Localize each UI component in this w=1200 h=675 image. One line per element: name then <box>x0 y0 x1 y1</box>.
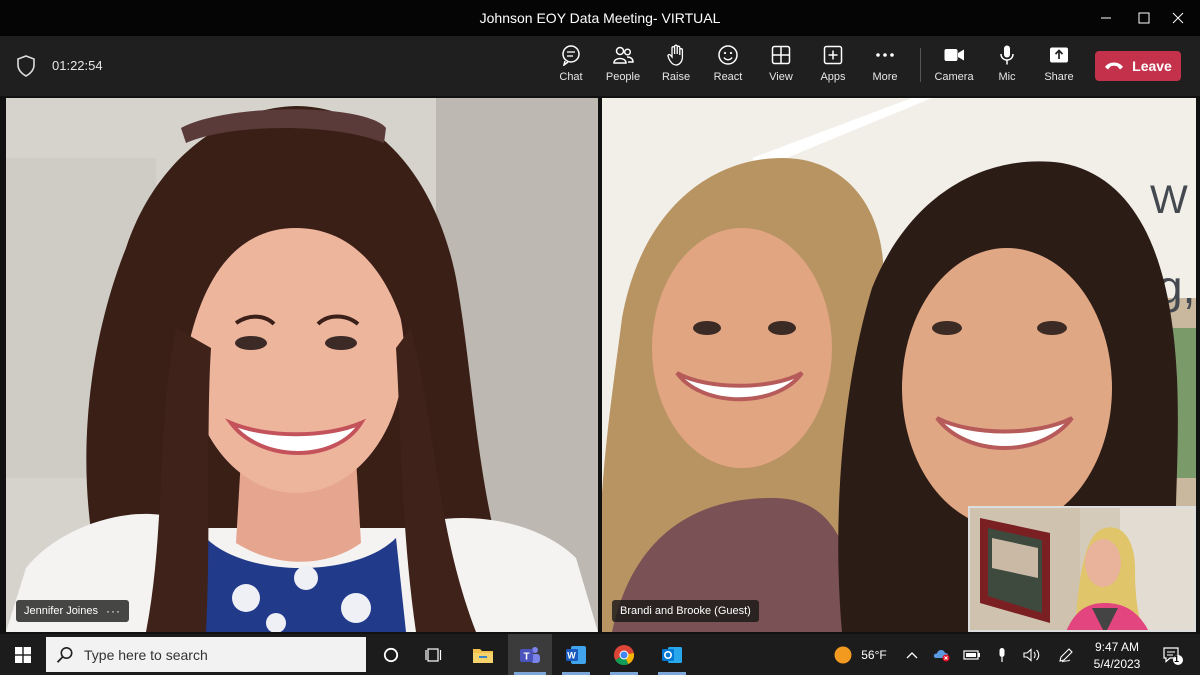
notification-icon <box>1163 646 1183 665</box>
mic-label: Mic <box>998 71 1016 83</box>
meeting-toolbar: 01:22:54 Chat People Raise React View Ap… <box>0 36 1200 96</box>
word-icon: W <box>566 645 586 664</box>
self-view-feed <box>970 508 1194 630</box>
toolbar-divider <box>920 48 921 82</box>
video-stage: Jennifer Joines ··· W g, Brandi and Broo… <box>0 96 1200 634</box>
svg-text:W: W <box>567 650 576 660</box>
participant-nameplate: Jennifer Joines ··· <box>16 600 129 622</box>
leave-label: Leave <box>1132 58 1172 74</box>
grid-icon <box>771 45 791 65</box>
windows-taskbar: Type here to search T W 56°F 9:47 AM 5/4… <box>0 634 1200 675</box>
shield-icon[interactable] <box>16 55 36 77</box>
view-button[interactable]: View <box>755 44 807 90</box>
share-icon <box>1050 47 1068 63</box>
chat-icon <box>562 45 580 66</box>
camera-button[interactable]: Camera <box>928 44 980 90</box>
apps-label: Apps <box>820 71 846 83</box>
self-view-video[interactable] <box>968 506 1196 632</box>
svg-text:T: T <box>524 651 530 662</box>
tray-overflow-button[interactable] <box>900 634 924 675</box>
more-button[interactable]: More <box>859 44 911 90</box>
more-label: More <box>872 71 898 83</box>
pen-icon <box>1059 647 1073 662</box>
more-icon <box>876 53 894 57</box>
share-label: Share <box>1044 71 1074 83</box>
raise-label: Raise <box>661 71 691 83</box>
notification-center-button[interactable]: 1 <box>1154 634 1190 675</box>
microphone-icon <box>999 647 1005 662</box>
notification-count: 1 <box>1174 654 1180 664</box>
volume-button[interactable] <box>1020 634 1044 675</box>
start-button[interactable] <box>0 634 46 675</box>
task-view-button[interactable] <box>414 634 454 675</box>
people-label: People <box>605 71 641 83</box>
chrome-icon <box>614 644 635 665</box>
window-title: Johnson EOY Data Meeting- VIRTUAL <box>479 10 721 26</box>
cortana-button[interactable] <box>372 634 410 675</box>
mic-tray-button[interactable] <box>990 634 1014 675</box>
battery-button[interactable] <box>960 634 984 675</box>
battery-icon <box>963 649 980 660</box>
word-button[interactable]: W <box>554 634 598 675</box>
view-label: View <box>769 71 793 83</box>
file-explorer-button[interactable] <box>462 634 504 675</box>
sun-icon <box>834 646 852 663</box>
search-placeholder: Type here to search <box>84 646 208 663</box>
participant-nameplate: Brandi and Brooke (Guest) <box>612 600 759 622</box>
hang-up-icon <box>1105 62 1124 70</box>
title-bar: Johnson EOY Data Meeting- VIRTUAL <box>0 0 1200 36</box>
teams-button[interactable]: T <box>508 634 552 675</box>
chevron-up-icon <box>906 651 918 658</box>
more-options-icon[interactable]: ··· <box>106 604 121 618</box>
task-view-icon <box>425 647 442 662</box>
search-icon <box>56 646 73 663</box>
participant-name: Brandi and Brooke (Guest) <box>620 605 751 617</box>
chrome-button[interactable] <box>602 634 646 675</box>
apps-button[interactable]: Apps <box>807 44 859 90</box>
outlook-button[interactable] <box>650 634 694 675</box>
pen-button[interactable] <box>1054 634 1078 675</box>
speaker-icon <box>1023 647 1040 662</box>
camera-label: Camera <box>934 71 974 83</box>
close-icon[interactable] <box>1156 0 1200 36</box>
raise-hand-button[interactable]: Raise <box>650 44 702 90</box>
clock-time[interactable]: 9:47 AM <box>1086 640 1148 654</box>
chat-button[interactable]: Chat <box>545 44 597 90</box>
cloud-error-icon <box>933 649 950 661</box>
leave-button[interactable]: Leave <box>1095 51 1181 81</box>
chat-label: Chat <box>559 71 583 83</box>
people-button[interactable]: People <box>597 44 649 90</box>
cortana-icon <box>383 647 399 662</box>
file-explorer-icon <box>473 648 493 663</box>
meeting-timer: 01:22:54 <box>52 58 103 73</box>
taskbar-search-input[interactable]: Type here to search <box>46 637 366 672</box>
weather-temperature[interactable]: 56°F <box>856 648 892 662</box>
raise-hand-icon <box>667 44 684 66</box>
plus-square-icon <box>823 45 843 65</box>
windows-logo-icon <box>15 646 31 663</box>
participant-video <box>6 98 598 632</box>
teams-icon: T <box>520 646 540 663</box>
camera-icon <box>944 49 964 61</box>
mic-icon <box>1000 45 1014 65</box>
react-label: React <box>713 71 743 83</box>
share-button[interactable]: Share <box>1033 44 1085 90</box>
outlook-icon <box>662 646 682 663</box>
participant-tile-jennifer[interactable]: Jennifer Joines ··· <box>6 98 598 632</box>
clock-date[interactable]: 5/4/2023 <box>1086 657 1148 671</box>
weather-button[interactable] <box>828 634 858 675</box>
background-wall-letters: W <box>1150 178 1188 222</box>
react-button[interactable]: React <box>702 44 754 90</box>
people-icon <box>613 46 634 64</box>
participant-name: Jennifer Joines <box>24 605 98 617</box>
mic-button[interactable]: Mic <box>981 44 1033 90</box>
onedrive-button[interactable] <box>930 634 954 675</box>
smile-icon <box>718 45 738 65</box>
